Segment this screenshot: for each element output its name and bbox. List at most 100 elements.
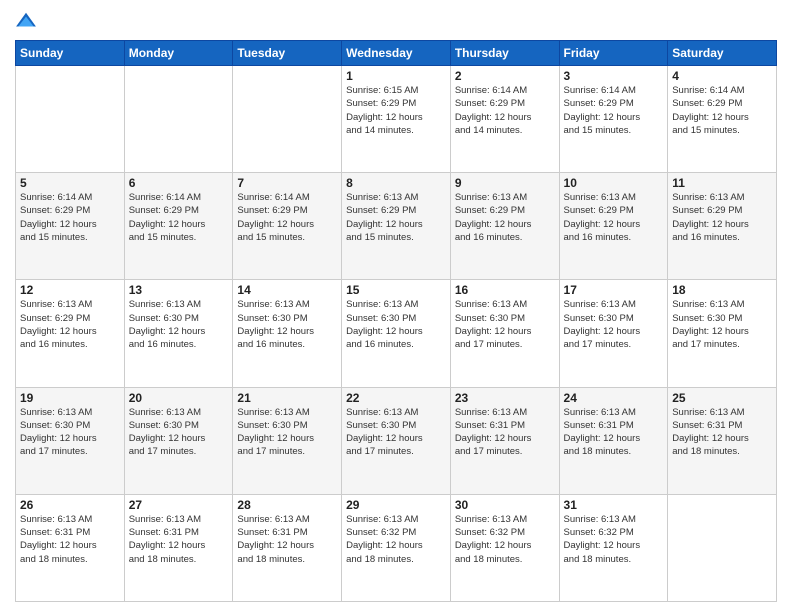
weekday-header-monday: Monday (124, 41, 233, 66)
calendar-cell: 7Sunrise: 6:14 AMSunset: 6:29 PMDaylight… (233, 173, 342, 280)
day-info: Sunrise: 6:14 AMSunset: 6:29 PMDaylight:… (20, 191, 120, 244)
day-number: 7 (237, 176, 337, 190)
day-info: Sunrise: 6:13 AMSunset: 6:30 PMDaylight:… (237, 406, 337, 459)
day-info: Sunrise: 6:13 AMSunset: 6:32 PMDaylight:… (346, 513, 446, 566)
day-info: Sunrise: 6:14 AMSunset: 6:29 PMDaylight:… (129, 191, 229, 244)
day-info: Sunrise: 6:13 AMSunset: 6:30 PMDaylight:… (20, 406, 120, 459)
day-number: 2 (455, 69, 555, 83)
calendar-cell: 2Sunrise: 6:14 AMSunset: 6:29 PMDaylight… (450, 66, 559, 173)
day-number: 29 (346, 498, 446, 512)
calendar-cell (124, 66, 233, 173)
day-number: 31 (564, 498, 664, 512)
calendar-cell (668, 494, 777, 601)
day-number: 18 (672, 283, 772, 297)
day-number: 20 (129, 391, 229, 405)
day-number: 5 (20, 176, 120, 190)
calendar-cell: 16Sunrise: 6:13 AMSunset: 6:30 PMDayligh… (450, 280, 559, 387)
weekday-header-row: SundayMondayTuesdayWednesdayThursdayFrid… (16, 41, 777, 66)
day-info: Sunrise: 6:13 AMSunset: 6:31 PMDaylight:… (237, 513, 337, 566)
day-info: Sunrise: 6:13 AMSunset: 6:30 PMDaylight:… (346, 298, 446, 351)
day-number: 8 (346, 176, 446, 190)
day-info: Sunrise: 6:13 AMSunset: 6:30 PMDaylight:… (237, 298, 337, 351)
calendar-cell: 28Sunrise: 6:13 AMSunset: 6:31 PMDayligh… (233, 494, 342, 601)
day-number: 22 (346, 391, 446, 405)
day-number: 26 (20, 498, 120, 512)
header (15, 10, 777, 32)
page: SundayMondayTuesdayWednesdayThursdayFrid… (0, 0, 792, 612)
logo-icon (15, 10, 37, 32)
weekday-header-friday: Friday (559, 41, 668, 66)
day-info: Sunrise: 6:15 AMSunset: 6:29 PMDaylight:… (346, 84, 446, 137)
day-info: Sunrise: 6:13 AMSunset: 6:29 PMDaylight:… (455, 191, 555, 244)
day-number: 3 (564, 69, 664, 83)
day-number: 24 (564, 391, 664, 405)
day-number: 10 (564, 176, 664, 190)
calendar-cell: 27Sunrise: 6:13 AMSunset: 6:31 PMDayligh… (124, 494, 233, 601)
day-info: Sunrise: 6:13 AMSunset: 6:29 PMDaylight:… (346, 191, 446, 244)
calendar-cell: 26Sunrise: 6:13 AMSunset: 6:31 PMDayligh… (16, 494, 125, 601)
weekday-header-tuesday: Tuesday (233, 41, 342, 66)
calendar-cell: 4Sunrise: 6:14 AMSunset: 6:29 PMDaylight… (668, 66, 777, 173)
day-info: Sunrise: 6:13 AMSunset: 6:30 PMDaylight:… (672, 298, 772, 351)
calendar-cell: 24Sunrise: 6:13 AMSunset: 6:31 PMDayligh… (559, 387, 668, 494)
calendar-cell: 17Sunrise: 6:13 AMSunset: 6:30 PMDayligh… (559, 280, 668, 387)
day-number: 16 (455, 283, 555, 297)
weekday-header-sunday: Sunday (16, 41, 125, 66)
calendar-cell: 23Sunrise: 6:13 AMSunset: 6:31 PMDayligh… (450, 387, 559, 494)
calendar-cell: 20Sunrise: 6:13 AMSunset: 6:30 PMDayligh… (124, 387, 233, 494)
day-info: Sunrise: 6:13 AMSunset: 6:29 PMDaylight:… (564, 191, 664, 244)
day-number: 12 (20, 283, 120, 297)
calendar-cell: 19Sunrise: 6:13 AMSunset: 6:30 PMDayligh… (16, 387, 125, 494)
calendar-cell: 30Sunrise: 6:13 AMSunset: 6:32 PMDayligh… (450, 494, 559, 601)
day-number: 28 (237, 498, 337, 512)
day-number: 17 (564, 283, 664, 297)
day-info: Sunrise: 6:13 AMSunset: 6:31 PMDaylight:… (129, 513, 229, 566)
calendar-cell: 29Sunrise: 6:13 AMSunset: 6:32 PMDayligh… (342, 494, 451, 601)
day-info: Sunrise: 6:13 AMSunset: 6:31 PMDaylight:… (672, 406, 772, 459)
day-info: Sunrise: 6:13 AMSunset: 6:31 PMDaylight:… (455, 406, 555, 459)
week-row-1: 1Sunrise: 6:15 AMSunset: 6:29 PMDaylight… (16, 66, 777, 173)
day-info: Sunrise: 6:13 AMSunset: 6:31 PMDaylight:… (564, 406, 664, 459)
calendar-cell: 1Sunrise: 6:15 AMSunset: 6:29 PMDaylight… (342, 66, 451, 173)
day-number: 21 (237, 391, 337, 405)
calendar-cell: 6Sunrise: 6:14 AMSunset: 6:29 PMDaylight… (124, 173, 233, 280)
day-number: 11 (672, 176, 772, 190)
day-info: Sunrise: 6:14 AMSunset: 6:29 PMDaylight:… (564, 84, 664, 137)
day-info: Sunrise: 6:13 AMSunset: 6:29 PMDaylight:… (20, 298, 120, 351)
calendar-cell: 10Sunrise: 6:13 AMSunset: 6:29 PMDayligh… (559, 173, 668, 280)
calendar-cell: 8Sunrise: 6:13 AMSunset: 6:29 PMDaylight… (342, 173, 451, 280)
day-number: 19 (20, 391, 120, 405)
day-info: Sunrise: 6:14 AMSunset: 6:29 PMDaylight:… (237, 191, 337, 244)
day-number: 4 (672, 69, 772, 83)
day-info: Sunrise: 6:13 AMSunset: 6:32 PMDaylight:… (564, 513, 664, 566)
day-number: 15 (346, 283, 446, 297)
day-number: 25 (672, 391, 772, 405)
calendar-cell: 5Sunrise: 6:14 AMSunset: 6:29 PMDaylight… (16, 173, 125, 280)
weekday-header-wednesday: Wednesday (342, 41, 451, 66)
calendar-cell: 12Sunrise: 6:13 AMSunset: 6:29 PMDayligh… (16, 280, 125, 387)
calendar-cell: 31Sunrise: 6:13 AMSunset: 6:32 PMDayligh… (559, 494, 668, 601)
day-info: Sunrise: 6:13 AMSunset: 6:30 PMDaylight:… (455, 298, 555, 351)
day-number: 13 (129, 283, 229, 297)
week-row-2: 5Sunrise: 6:14 AMSunset: 6:29 PMDaylight… (16, 173, 777, 280)
day-info: Sunrise: 6:13 AMSunset: 6:32 PMDaylight:… (455, 513, 555, 566)
day-info: Sunrise: 6:13 AMSunset: 6:31 PMDaylight:… (20, 513, 120, 566)
day-number: 30 (455, 498, 555, 512)
day-info: Sunrise: 6:13 AMSunset: 6:29 PMDaylight:… (672, 191, 772, 244)
calendar-cell: 21Sunrise: 6:13 AMSunset: 6:30 PMDayligh… (233, 387, 342, 494)
calendar-cell (233, 66, 342, 173)
day-number: 14 (237, 283, 337, 297)
calendar-cell: 3Sunrise: 6:14 AMSunset: 6:29 PMDaylight… (559, 66, 668, 173)
calendar-cell: 11Sunrise: 6:13 AMSunset: 6:29 PMDayligh… (668, 173, 777, 280)
logo (15, 10, 41, 32)
day-number: 1 (346, 69, 446, 83)
day-number: 9 (455, 176, 555, 190)
weekday-header-saturday: Saturday (668, 41, 777, 66)
day-info: Sunrise: 6:13 AMSunset: 6:30 PMDaylight:… (129, 298, 229, 351)
day-info: Sunrise: 6:14 AMSunset: 6:29 PMDaylight:… (672, 84, 772, 137)
calendar-cell: 25Sunrise: 6:13 AMSunset: 6:31 PMDayligh… (668, 387, 777, 494)
weekday-header-thursday: Thursday (450, 41, 559, 66)
week-row-3: 12Sunrise: 6:13 AMSunset: 6:29 PMDayligh… (16, 280, 777, 387)
day-number: 27 (129, 498, 229, 512)
calendar-cell: 14Sunrise: 6:13 AMSunset: 6:30 PMDayligh… (233, 280, 342, 387)
